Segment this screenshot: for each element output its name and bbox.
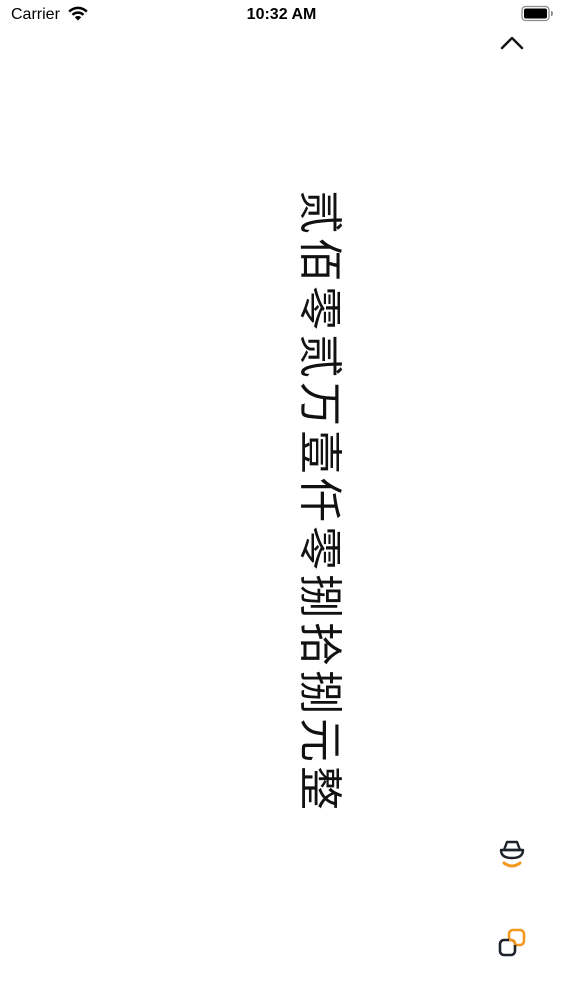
battery-icon <box>521 5 553 22</box>
speaker-icon[interactable] <box>495 838 529 874</box>
copy-icon[interactable] <box>495 926 529 962</box>
amount-in-words: 贰佰零贰万壹仟零捌拾捌元整 <box>294 190 345 814</box>
chevron-up-icon[interactable] <box>498 31 526 55</box>
amount-display: 贰佰零贰万壹仟零捌拾捌元整 <box>0 0 563 1000</box>
status-bar: Carrier 10:32 AM <box>0 0 563 30</box>
status-time: 10:32 AM <box>246 6 317 23</box>
